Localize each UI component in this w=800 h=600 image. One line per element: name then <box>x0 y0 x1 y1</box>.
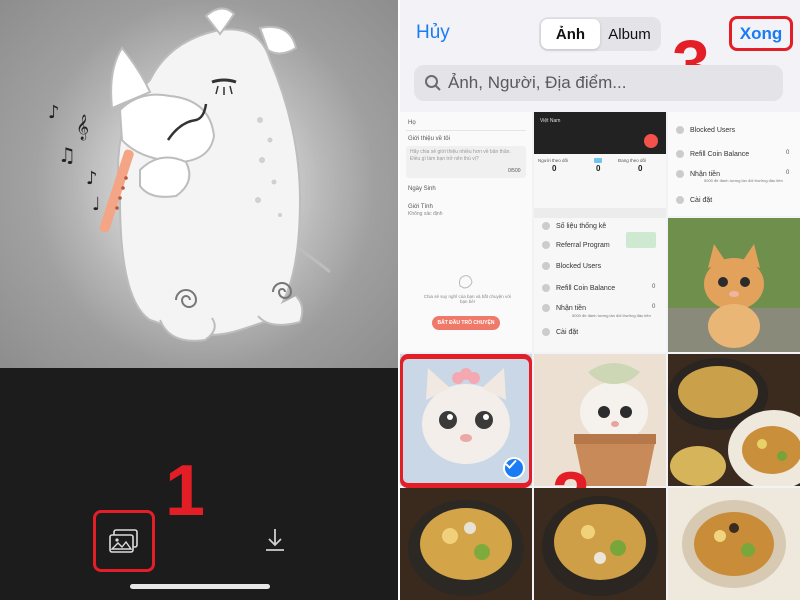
home-indicator <box>130 584 270 589</box>
username: Việt Nam <box>540 118 561 124</box>
coin-icon <box>542 284 550 292</box>
cash-illustration <box>626 232 656 248</box>
photo-thumbnail[interactable]: Việt Nam Người theo dõi 0 0 Đang theo dõ… <box>534 112 666 352</box>
cash-icon <box>542 304 550 312</box>
stat-label: Người theo dõi <box>538 158 568 163</box>
tab-photos[interactable]: Ảnh <box>541 19 600 49</box>
menu-label: Cài đặt <box>690 196 713 204</box>
gallery-button[interactable] <box>93 510 155 572</box>
coin-balance: 0 <box>652 284 656 290</box>
photo-gallery-icon <box>109 529 138 553</box>
photo-thumbnail[interactable] <box>668 488 800 600</box>
photo-thumbnail[interactable] <box>668 354 800 486</box>
photo-picker-panel: Hủy Ảnh Album Xong 3 Họ Giới thiệu về tô… <box>400 0 800 600</box>
svg-text:♪: ♪ <box>86 168 98 189</box>
menu-label: Nhận tiền <box>690 170 720 178</box>
rhino-flute-illustration: ♪ 𝄞 ♫ ♪ ♩ <box>0 0 398 368</box>
svg-text:♩: ♩ <box>92 194 101 215</box>
stat-value: 0 <box>552 164 557 173</box>
search-input[interactable] <box>448 73 748 93</box>
svg-text:♫: ♫ <box>58 143 76 167</box>
stats-icon <box>542 222 550 230</box>
earn-balance: 0 <box>652 304 656 310</box>
earn-balance: 0 <box>786 170 790 176</box>
menu-label: Refill Coin Balance <box>556 284 616 292</box>
earn-note: 5000 đề đánh tương lần đối thưởng đầu ti… <box>572 313 651 318</box>
start-chat-button: BẮT ĐẦU TRÒ CHUYỆN <box>432 316 500 330</box>
image-editor-panel: ♪ 𝄞 ♫ ♪ ♩ 1 <box>0 0 398 600</box>
menu-row: Referral Program <box>542 241 610 249</box>
menu-row: Refill Coin Balance <box>542 284 615 292</box>
menu-row: Số liệu thống kê <box>542 222 606 230</box>
stat-value: 0 <box>638 164 643 173</box>
snail-dish-photo <box>400 488 532 600</box>
done-button[interactable]: Xong <box>729 16 793 51</box>
svg-text:𝄞: 𝄞 <box>76 114 89 140</box>
selected-photo-frame <box>400 356 532 488</box>
photo-thumbnail[interactable] <box>400 488 532 600</box>
menu-label: Blocked Users <box>690 126 736 134</box>
menu-row: Cài đặt <box>542 328 578 336</box>
profile-field-label: Giới Tính <box>408 204 433 210</box>
menu-row: Nhận tiền <box>676 170 720 178</box>
snail-dish-photo <box>668 488 800 600</box>
blocked-icon <box>676 126 684 134</box>
photo-thumbnail[interactable]: Họ Giới thiệu về tôi Hãy chia sẻ giới th… <box>400 112 532 352</box>
clap-icon <box>459 275 473 289</box>
profile-field-label: Ngày Sinh <box>408 186 436 192</box>
menu-row: Blocked Users <box>542 262 601 270</box>
menu-label: Referral Program <box>556 241 610 249</box>
svg-text:♪: ♪ <box>48 102 60 123</box>
menu-row: Refill Coin Balance <box>676 150 749 158</box>
menu-label: Refill Coin Balance <box>690 150 750 158</box>
download-icon <box>266 529 284 551</box>
stat-value: 0 <box>596 164 601 173</box>
snail-dish-photo <box>534 488 666 600</box>
menu-row: Blocked Users <box>676 126 735 134</box>
intro-char-count: 0/500 <box>508 168 521 174</box>
download-button[interactable] <box>260 525 290 555</box>
menu-label: Cài đặt <box>556 328 579 336</box>
diamond-icon <box>594 158 602 163</box>
stat-label: Đang theo dõi <box>618 158 647 163</box>
search-bar[interactable] <box>414 65 783 101</box>
blocked-icon <box>542 262 550 270</box>
cash-icon <box>676 170 684 178</box>
gender-value: Không xác định <box>408 211 443 217</box>
menu-row: Nhận tiền <box>542 304 586 312</box>
coin-icon <box>676 150 684 158</box>
empty-state-text: Chia sẻ suy nghĩ của bạn và bắt chuyện v… <box>423 294 512 304</box>
section-gap <box>534 208 666 218</box>
profile-field-label: Giới thiệu về tôi <box>408 136 450 142</box>
coin-balance: 0 <box>786 150 790 156</box>
tab-albums[interactable]: Album <box>600 19 659 49</box>
snail-dish-photo <box>668 354 800 486</box>
photo-thumbnail[interactable] <box>534 488 666 600</box>
orange-kitten-photo <box>668 218 800 352</box>
settings-icon <box>542 328 550 336</box>
field-divider <box>406 130 526 131</box>
menu-label: Số liệu thống kê <box>556 222 607 230</box>
rhino-illustration-svg: ♪ 𝄞 ♫ ♪ ♩ <box>35 0 375 368</box>
photo-thumbnail[interactable] <box>668 218 800 352</box>
referral-icon <box>542 241 550 249</box>
video-call-icon <box>644 134 658 148</box>
earn-note: 5000 đề đánh tương lần đối thưởng đầu ti… <box>704 178 783 183</box>
menu-label: Blocked Users <box>556 262 602 270</box>
menu-label: Nhận tiền <box>556 304 586 312</box>
photo-thumbnail[interactable]: Blocked Users Refill Coin Balance 0 Nhận… <box>668 112 800 216</box>
picker-segmented-control: Ảnh Album <box>539 17 661 51</box>
menu-row: Cài đặt <box>676 196 712 204</box>
step-number-1: 1 <box>165 451 206 531</box>
search-icon <box>425 75 441 91</box>
profile-field-label: Họ <box>408 120 416 126</box>
settings-icon <box>676 196 684 204</box>
screen: ♪ 𝄞 ♫ ♪ ♩ 1 Hủy Ảnh Album Xong 3 Ảnh, Ng… <box>0 0 800 600</box>
cancel-button[interactable]: Hủy <box>416 22 450 44</box>
